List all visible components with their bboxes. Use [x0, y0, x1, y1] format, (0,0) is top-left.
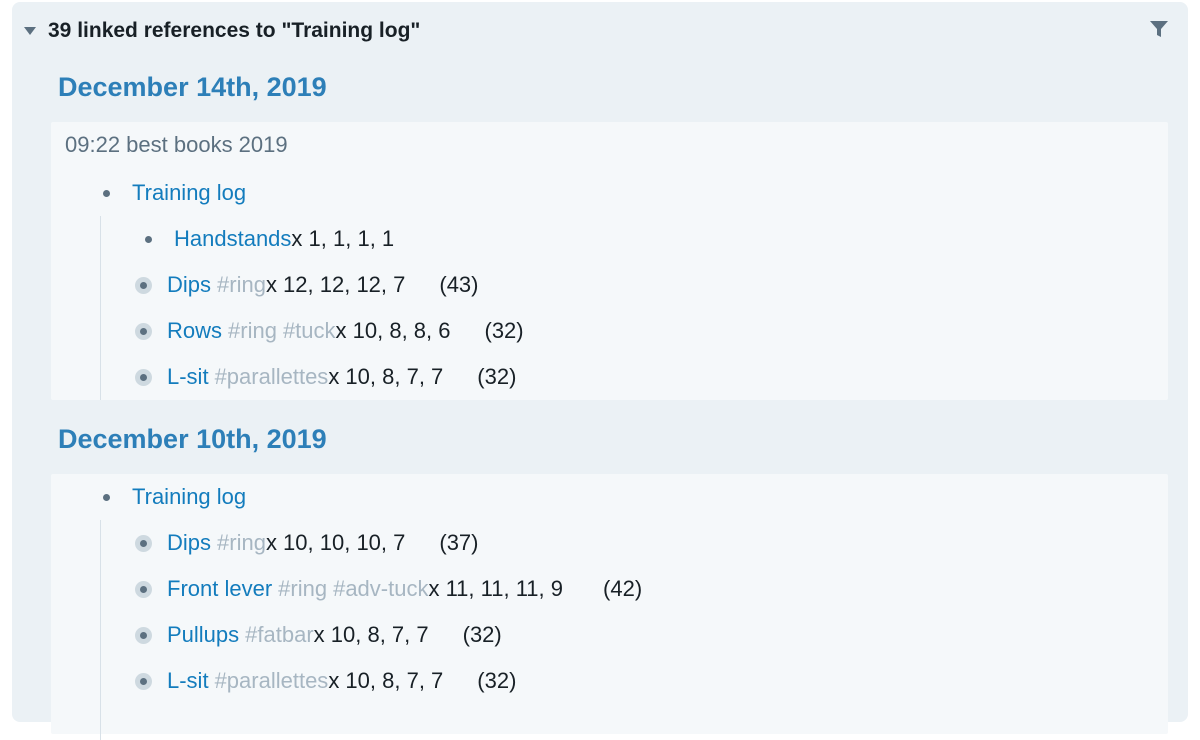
- total-count: (32): [477, 364, 517, 389]
- list-item: Front lever #ring #adv-tuck x 11, 11, 11…: [135, 576, 642, 602]
- collapsed-bullet-icon[interactable]: [135, 580, 152, 598]
- page-link[interactable]: L-sit: [167, 668, 209, 694]
- list-item: L-sit #parallettes x 10, 8, 7, 7 (32): [135, 364, 516, 390]
- page-link[interactable]: Rows: [167, 318, 222, 344]
- tag-link[interactable]: #parallettes: [215, 668, 329, 694]
- caret-down-icon: [24, 27, 36, 35]
- list-item: Training log: [98, 180, 246, 206]
- list-item: Pullups #fatbar x 10, 8, 7, 7 (32): [135, 622, 502, 648]
- page-link[interactable]: Dips: [167, 272, 211, 298]
- total-count: (32): [462, 622, 502, 647]
- reference-date-link[interactable]: December 10th, 2019: [58, 424, 327, 455]
- sets-text: x 10, 8, 7, 7: [328, 364, 444, 389]
- total-count: (37): [439, 530, 479, 555]
- collapsed-bullet-icon[interactable]: [135, 276, 152, 294]
- filter-icon[interactable]: [1148, 18, 1170, 40]
- sets-text: x 12, 12, 12, 7: [265, 272, 406, 297]
- tag-link[interactable]: #tuck: [283, 318, 336, 344]
- list-item: Handstands x 1, 1, 1, 1: [140, 226, 394, 252]
- indent-guide: [100, 520, 101, 740]
- tag-link[interactable]: #adv-tuck: [333, 576, 428, 602]
- list-item: Training log: [98, 484, 246, 510]
- collapsed-bullet-icon[interactable]: [135, 322, 152, 340]
- linked-references-panel: 39 linked references to "Training log" D…: [12, 2, 1188, 740]
- total-count: (32): [477, 668, 517, 693]
- total-count: (42): [603, 576, 643, 601]
- sets-text: x 11, 11, 11, 9: [428, 576, 564, 601]
- tag-link[interactable]: #fatbar: [245, 622, 314, 648]
- tag-link[interactable]: #ring: [217, 272, 266, 298]
- total-count: (32): [484, 318, 524, 343]
- collapsed-bullet-icon[interactable]: [135, 368, 152, 386]
- page-link[interactable]: Training log: [132, 180, 246, 206]
- sets-text: x 1, 1, 1, 1: [291, 226, 395, 251]
- bullet-icon[interactable]: [103, 189, 110, 197]
- breadcrumb[interactable]: 09:22 best books 2019: [65, 132, 288, 158]
- collapsed-bullet-icon[interactable]: [135, 626, 152, 644]
- page-link[interactable]: Dips: [167, 530, 211, 556]
- page-link[interactable]: L-sit: [167, 364, 209, 390]
- tag-link[interactable]: #ring: [228, 318, 277, 344]
- list-item: Dips #ring x 12, 12, 12, 7 (43): [135, 272, 479, 298]
- indent-guide: [100, 216, 101, 400]
- list-item: Dips #ring x 10, 10, 10, 7 (37): [135, 530, 479, 556]
- collapsed-bullet-icon[interactable]: [135, 534, 152, 552]
- linked-references-title: 39 linked references to "Training log": [48, 19, 421, 42]
- list-item: L-sit #parallettes x 10, 8, 7, 7 (32): [135, 668, 516, 694]
- sets-text: x 10, 10, 10, 7: [265, 530, 406, 555]
- sets-text: x 10, 8, 8, 6: [335, 318, 451, 343]
- tag-link[interactable]: #ring: [217, 530, 266, 556]
- list-item: Rows #ring #tuck x 10, 8, 8, 6 (32): [135, 318, 524, 344]
- tag-link[interactable]: #parallettes: [215, 364, 329, 390]
- bullet-icon[interactable]: [145, 235, 152, 243]
- sets-text: x 10, 8, 7, 7: [328, 668, 444, 693]
- collapsed-bullet-icon[interactable]: [135, 672, 152, 690]
- page-link[interactable]: Training log: [132, 484, 246, 510]
- tag-link[interactable]: #ring: [278, 576, 327, 602]
- reference-block: Training log Dips #ring x 10, 10, 10, 7 …: [51, 474, 1168, 740]
- page-link[interactable]: Front lever: [167, 576, 272, 602]
- page-link[interactable]: Handstands: [174, 226, 291, 252]
- bullet-icon[interactable]: [103, 493, 110, 501]
- page-link[interactable]: Pullups: [167, 622, 239, 648]
- reference-block: 09:22 best books 2019 Training log Hands…: [51, 122, 1168, 400]
- reference-date-link[interactable]: December 14th, 2019: [58, 72, 327, 103]
- total-count: (43): [439, 272, 479, 297]
- sets-text: x 10, 8, 7, 7: [313, 622, 429, 647]
- linked-references-toggle[interactable]: 39 linked references to "Training log": [22, 16, 420, 46]
